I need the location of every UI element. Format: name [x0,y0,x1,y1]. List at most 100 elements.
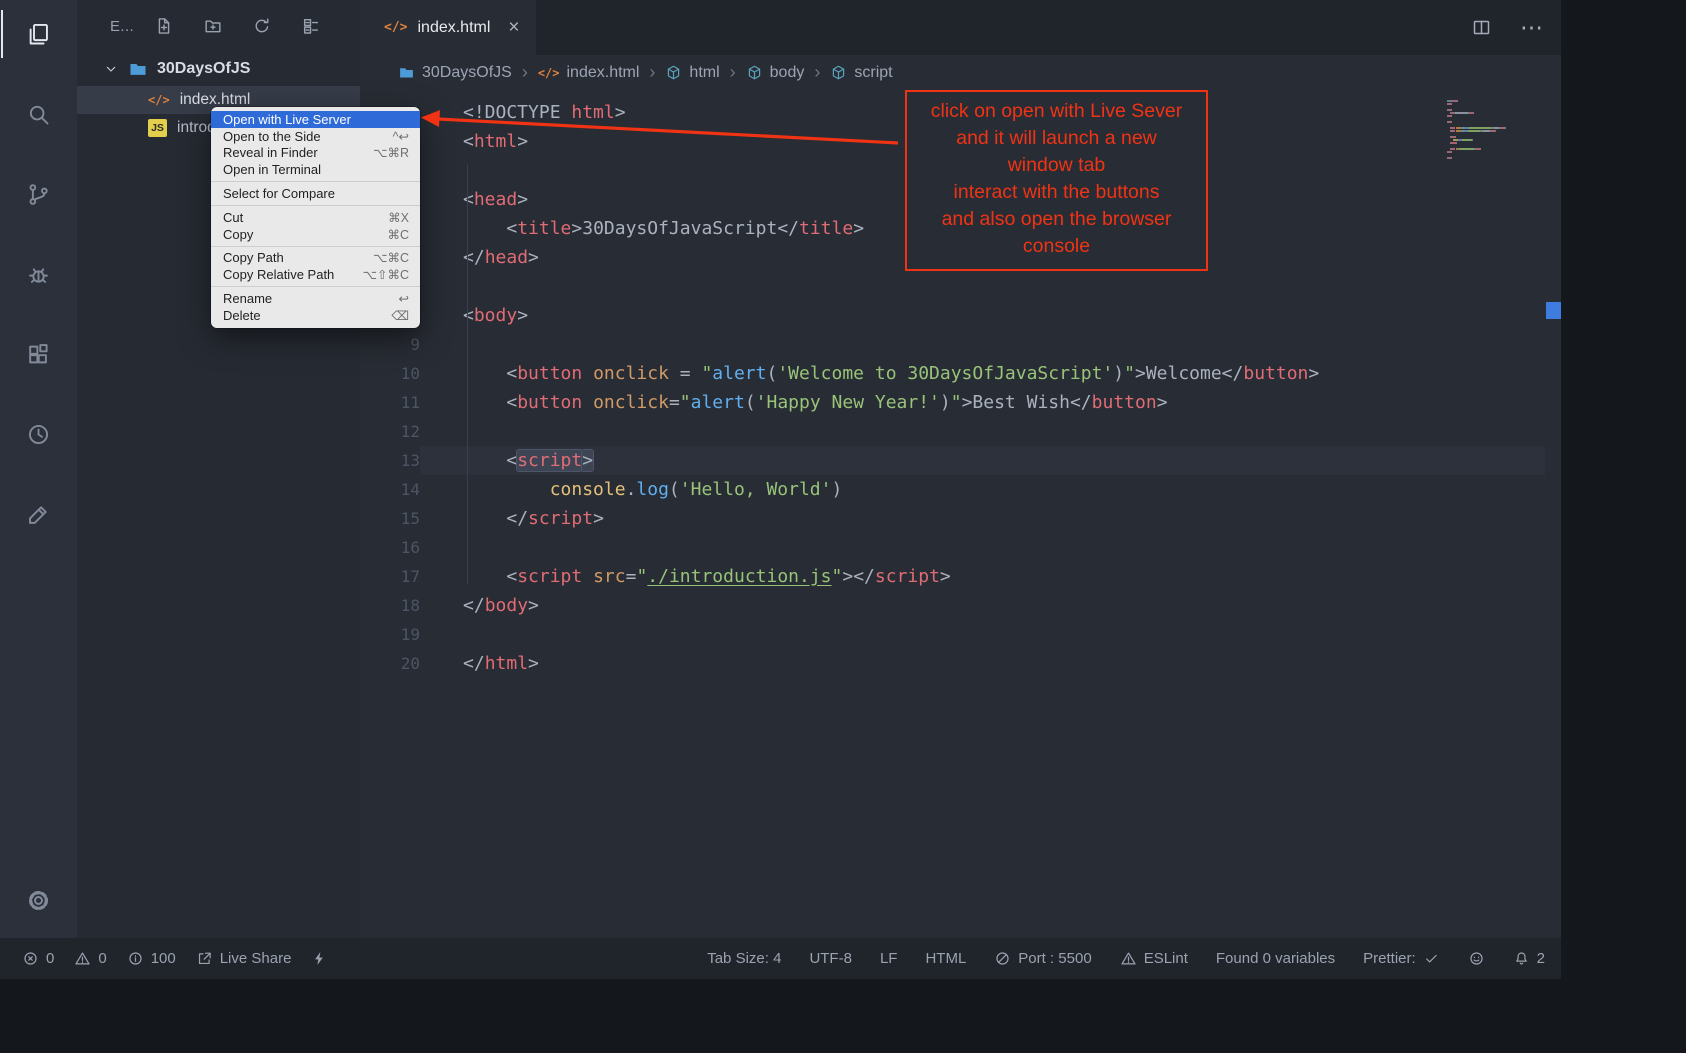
activity-files-button[interactable] [15,10,63,58]
status-lightning[interactable] [311,950,328,967]
explorer-title: E... [110,18,134,35]
code-line-8[interactable]: 8<body> [360,301,1545,330]
breadcrumb-index-html[interactable]: </>index.html [538,64,640,82]
activity-pen-button[interactable] [15,490,63,538]
menu-item-label: Reveal in Finder [223,145,318,160]
menu-item-rename[interactable]: Rename↩ [211,290,420,307]
gutter-line-number[interactable]: 14 [360,475,420,504]
menu-item-delete[interactable]: Delete⌫ [211,307,420,324]
status-found-0-variables[interactable]: Found 0 variables [1216,950,1335,967]
ellipsis-icon: ⋯ [1520,16,1543,39]
menu-item-open-in-terminal[interactable]: Open in Terminal [211,161,420,178]
code-line-9[interactable]: 9 [360,330,1545,359]
tab-index-html[interactable]: </> index.html × [360,0,536,55]
status-smiley[interactable] [1468,950,1485,967]
code-line-15[interactable]: 15 </script> [360,504,1545,533]
screen: E... 30DaysOfJS </>index.htmlJSintroduct… [0,0,1686,1053]
menu-item-shortcut: ⌥⇧⌘C [363,267,409,282]
gutter-line-number[interactable]: 12 [360,417,420,446]
activity-source-control-button[interactable] [15,170,63,218]
breadcrumb-label: script [854,64,892,82]
code-line-12[interactable]: 12 [360,417,1545,446]
status-0[interactable]: 0 [74,950,106,967]
gutter-line-number[interactable]: 17 [360,562,420,591]
folder-icon [398,64,415,81]
annotation-line: console [911,233,1202,260]
gutter-line-number[interactable]: 20 [360,649,420,678]
status-html[interactable]: HTML [925,950,966,967]
minimap[interactable] [1447,100,1543,160]
split-editor-button[interactable] [1471,17,1492,38]
gutter-line-number[interactable]: 16 [360,533,420,562]
menu-item-cut[interactable]: Cut⌘X [211,209,420,226]
status-tab-size-4[interactable]: Tab Size: 4 [707,950,781,967]
status-2[interactable]: 2 [1513,950,1545,967]
status-eslint[interactable]: ESLint [1120,950,1188,967]
breadcrumb-body[interactable]: body [746,64,805,82]
code-line-18[interactable]: 18</body> [360,591,1545,620]
status-lf[interactable]: LF [880,950,898,967]
breadcrumb-separator: › [728,62,738,83]
code-line-7[interactable]: 7 [360,272,1545,301]
status-label: Live Share [220,950,292,967]
ellipsis-button[interactable]: ⋯ [1520,16,1543,39]
gutter-line-number[interactable]: 18 [360,591,420,620]
activity-gear-button[interactable] [15,876,63,924]
status-label: 0 [98,950,106,967]
status-0[interactable]: 0 [22,950,54,967]
menu-separator [211,286,420,287]
menu-item-open-to-the-side[interactable]: Open to the Side^↩ [211,128,420,145]
folder-row-30daysofjs[interactable]: 30DaysOfJS [77,52,360,86]
gutter-line-number[interactable]: 10 [360,359,420,388]
html-file-icon: </> [148,94,170,106]
code-line-20[interactable]: 20</html> [360,649,1545,678]
breadcrumb-html[interactable]: html [665,64,719,82]
cube-icon [746,64,763,81]
menu-item-copy-path[interactable]: Copy Path⌥⌘C [211,250,420,267]
status-live-share[interactable]: Live Share [196,950,292,967]
status-utf-8[interactable]: UTF-8 [809,950,852,967]
menu-item-copy-relative-path[interactable]: Copy Relative Path⌥⇧⌘C [211,266,420,283]
code-line-14[interactable]: 14 console.log('Hello, World') [360,475,1545,504]
breadcrumb-separator: › [520,62,530,83]
gutter-line-number[interactable]: 11 [360,388,420,417]
code-line-11[interactable]: 11 <button onclick="alert('Happy New Yea… [360,388,1545,417]
status-100[interactable]: 100 [127,950,176,967]
gutter-line-number[interactable]: 9 [360,330,420,359]
activity-clock-button[interactable] [15,410,63,458]
gutter-line-number[interactable]: 15 [360,504,420,533]
gutter-line-number[interactable]: 19 [360,620,420,649]
smiley-icon [1468,950,1485,967]
code-line-19[interactable]: 19 [360,620,1545,649]
folder-name: 30DaysOfJS [157,60,250,78]
activity-debug-button[interactable] [15,250,63,298]
status-prettier[interactable]: Prettier: [1363,950,1440,967]
tab-close-icon[interactable]: × [508,18,519,37]
menu-item-copy[interactable]: Copy⌘C [211,226,420,243]
activity-search-button[interactable] [15,90,63,138]
explorer-header: E... [77,0,360,52]
menu-item-open-with-live-server[interactable]: Open with Live Server [211,111,420,128]
code-line-10[interactable]: 10 <button onclick = "alert('Welcome to … [360,359,1545,388]
activity-extensions-button[interactable] [15,330,63,378]
code-line-17[interactable]: 17 <script src="./introduction.js"></scr… [360,562,1545,591]
refresh-button[interactable] [252,16,272,36]
menu-item-shortcut: ⌥⌘C [373,250,409,265]
status-label: HTML [925,950,966,967]
code-line-13[interactable]: 13 <script> [360,446,1545,475]
indent-guide [467,164,468,584]
split-editor-icon [1471,17,1492,38]
breadcrumb-30daysofjs[interactable]: 30DaysOfJS [398,64,512,82]
status-port-5500[interactable]: Port : 5500 [994,950,1091,967]
collapse-all-button[interactable] [301,16,321,36]
breadcrumb-script[interactable]: script [830,64,892,82]
annotation-line: click on open with Live Sever [911,98,1202,125]
gutter-line-number[interactable]: 13 [360,446,420,475]
breadcrumb: 30DaysOfJS›</>index.html›html›body›scrip… [360,55,1561,90]
menu-item-select-for-compare[interactable]: Select for Compare [211,185,420,202]
new-folder-button[interactable] [203,16,223,36]
menu-item-label: Open in Terminal [223,162,321,177]
menu-item-reveal-in-finder[interactable]: Reveal in Finder⌥⌘R [211,145,420,162]
code-line-16[interactable]: 16 [360,533,1545,562]
new-file-button[interactable] [154,16,174,36]
